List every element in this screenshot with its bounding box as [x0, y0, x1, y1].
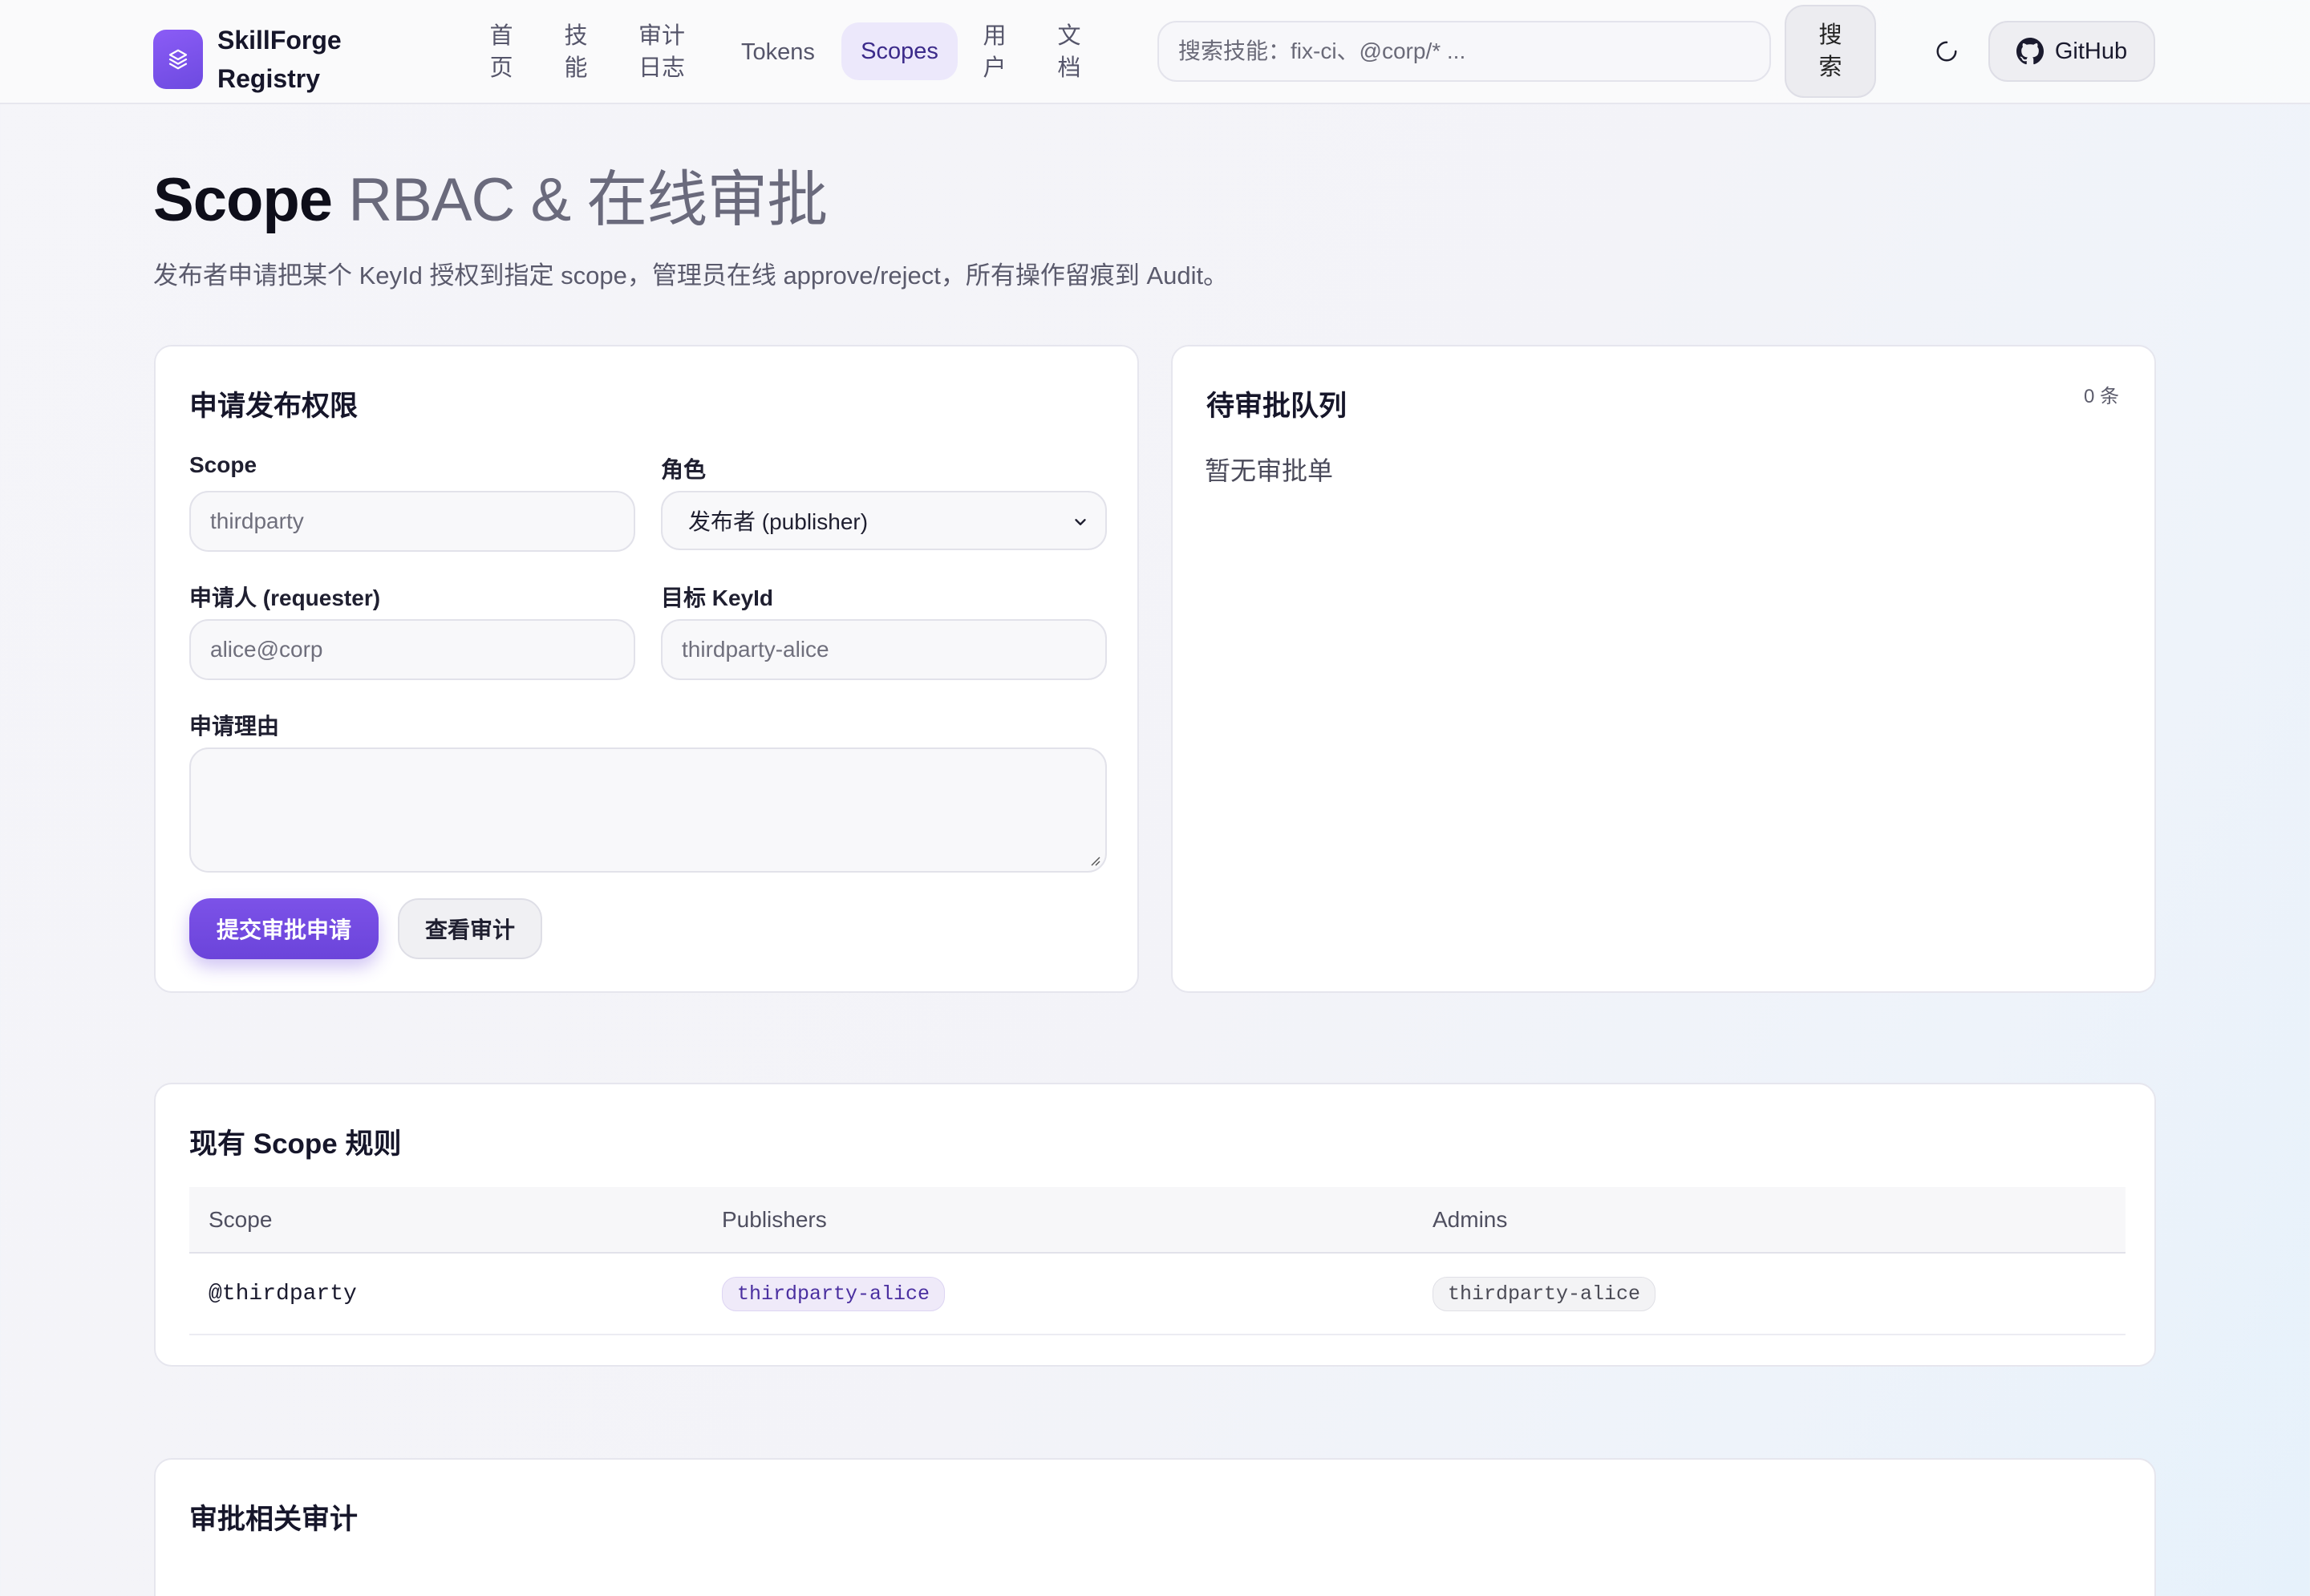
nav-item-scopes[interactable]: Scopes: [841, 22, 958, 80]
page-title-strong: Scope: [153, 166, 333, 234]
brand[interactable]: SkillForge Registry: [153, 21, 354, 98]
publishers-cell: thirdparty-alice: [703, 1253, 1413, 1335]
github-label: GitHub: [2054, 38, 2128, 64]
column-header-admins: Admins: [1413, 1187, 2126, 1254]
moon-icon: [1936, 41, 1957, 62]
top-navigation-bar: SkillForge Registry 首 页 技 能 审计 日志 Tokens…: [0, 0, 2310, 104]
github-icon: [2016, 38, 2044, 65]
page-subtitle: 发布者申请把某个 KeyId 授权到指定 scope，管理员在线 approve…: [153, 261, 1229, 290]
reason-textarea[interactable]: [189, 747, 1107, 873]
table-header-row: Scope Publishers Admins: [189, 1187, 2126, 1254]
request-form-title: 申请发布权限: [189, 391, 359, 422]
column-header-publishers: Publishers: [703, 1187, 1413, 1254]
target-keyid-label: 目标 KeyId: [661, 585, 774, 610]
scope-rules-table: Scope Publishers Admins @thirdparty thir…: [189, 1187, 2126, 1335]
skill-search-input[interactable]: [1157, 21, 1771, 82]
page-title-light: RBAC & 在线审批: [332, 166, 828, 234]
requester-input[interactable]: [189, 619, 635, 680]
scope-rules-card: 现有 Scope 规则 Scope Publishers Admins @thi…: [154, 1083, 2156, 1367]
queue-title: 待审批队列: [1206, 391, 1348, 422]
pending-queue-card: 待审批队列: [1171, 345, 2156, 993]
publisher-tag: thirdparty-alice: [722, 1276, 946, 1311]
request-permission-card: 申请发布权限 Scope 角色 发布者 (publisher) 申请人 (req…: [154, 345, 1139, 993]
admins-cell: thirdparty-alice: [1413, 1253, 2126, 1335]
table-row: @thirdparty thirdparty-alice thirdparty-…: [189, 1253, 2126, 1335]
nav-item-home[interactable]: 首 页: [478, 0, 525, 104]
theme-toggle-button[interactable]: [1931, 35, 1963, 67]
reason-label: 申请理由: [189, 714, 280, 739]
rules-title: 现有 Scope 规则: [189, 1128, 402, 1160]
queue-empty-text: 暂无审批单: [1205, 456, 1334, 485]
role-select[interactable]: 发布者 (publisher): [661, 491, 1107, 550]
queue-count: 0 条: [2084, 386, 2120, 407]
search-button[interactable]: 搜 索: [1785, 5, 1876, 98]
role-selected-value: 发布者 (publisher): [688, 509, 869, 534]
scope-input[interactable]: [189, 491, 635, 552]
brand-name: SkillForge Registry: [217, 26, 342, 93]
admin-tag: thirdparty-alice: [1433, 1276, 1656, 1311]
nav-item-users[interactable]: 用 户: [971, 0, 1018, 104]
target-keyid-input[interactable]: [661, 619, 1107, 680]
nav-item-tokens[interactable]: Tokens: [728, 0, 828, 104]
github-button[interactable]: GitHub: [1988, 21, 2155, 82]
resize-grip-icon[interactable]: [1088, 853, 1100, 866]
nav-item-docs[interactable]: 文 档: [1046, 0, 1092, 104]
nav-item-skills[interactable]: 技 能: [553, 0, 599, 104]
column-header-scope: Scope: [189, 1187, 703, 1254]
submit-request-button[interactable]: 提交审批申请: [189, 898, 379, 959]
layers-icon: [153, 30, 203, 89]
nav-item-audit-log[interactable]: 审计 日志: [626, 0, 697, 104]
requester-label: 申请人 (requester): [189, 585, 381, 610]
view-audit-button[interactable]: 查看审计: [398, 898, 542, 959]
role-label: 角色: [661, 457, 707, 482]
scope-label: Scope: [189, 452, 257, 477]
page-title: Scope RBAC & 在线审批: [153, 164, 828, 237]
chevron-down-icon: [1075, 519, 1086, 525]
approval-audit-card: 审批相关审计: [154, 1458, 2156, 1596]
scope-cell: @thirdparty: [189, 1253, 703, 1335]
audit-title: 审批相关审计: [189, 1504, 359, 1535]
